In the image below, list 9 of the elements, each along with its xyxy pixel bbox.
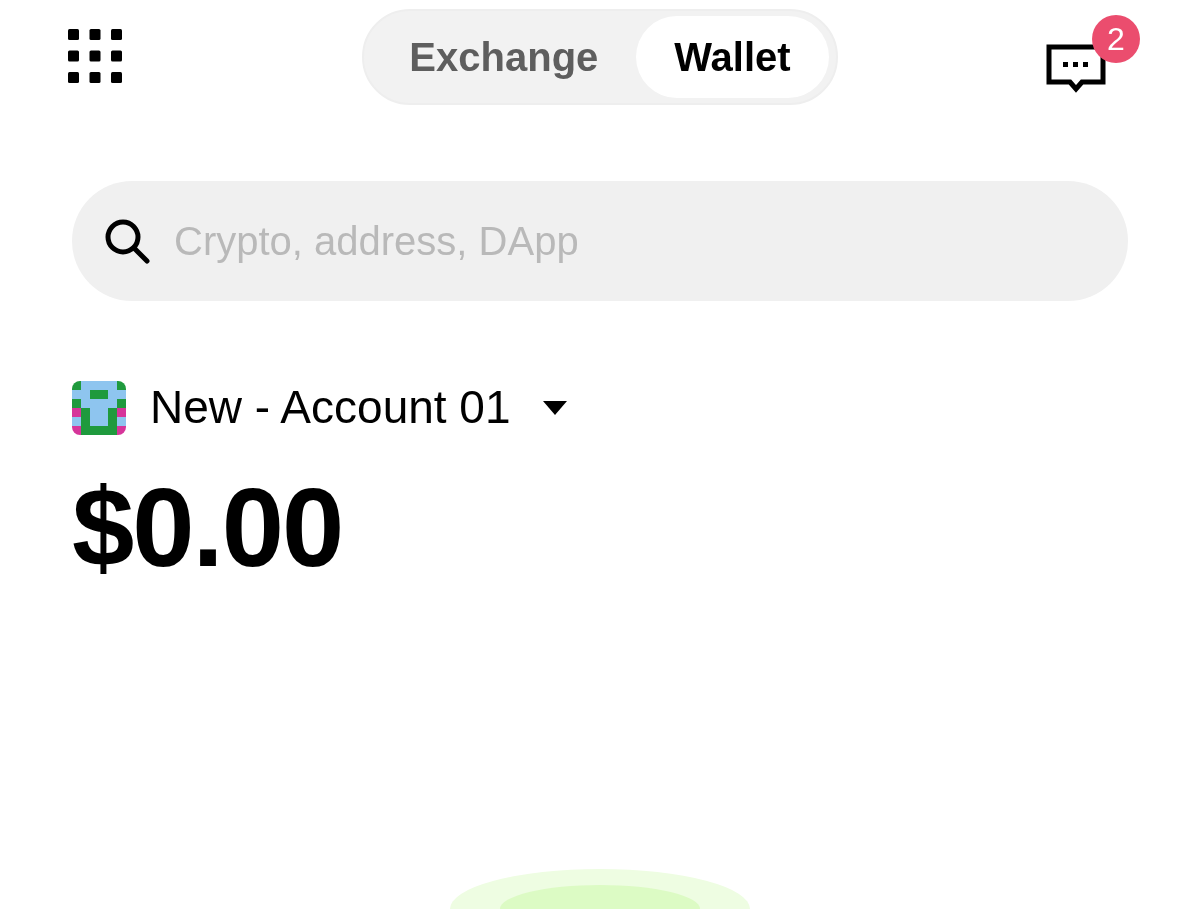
tab[interactable]: Exchange [371, 16, 637, 98]
balance-amount: $0.00 [72, 472, 344, 584]
menu-grid-icon[interactable] [68, 29, 124, 85]
caret-icon [542, 400, 567, 415]
account-selector[interactable]: New - Account 01 [150, 373, 567, 442]
search-icon [104, 218, 150, 264]
notification-badge: 2 [1092, 15, 1140, 63]
tab[interactable]: Wallet [636, 16, 829, 98]
account-avatar [72, 380, 126, 435]
